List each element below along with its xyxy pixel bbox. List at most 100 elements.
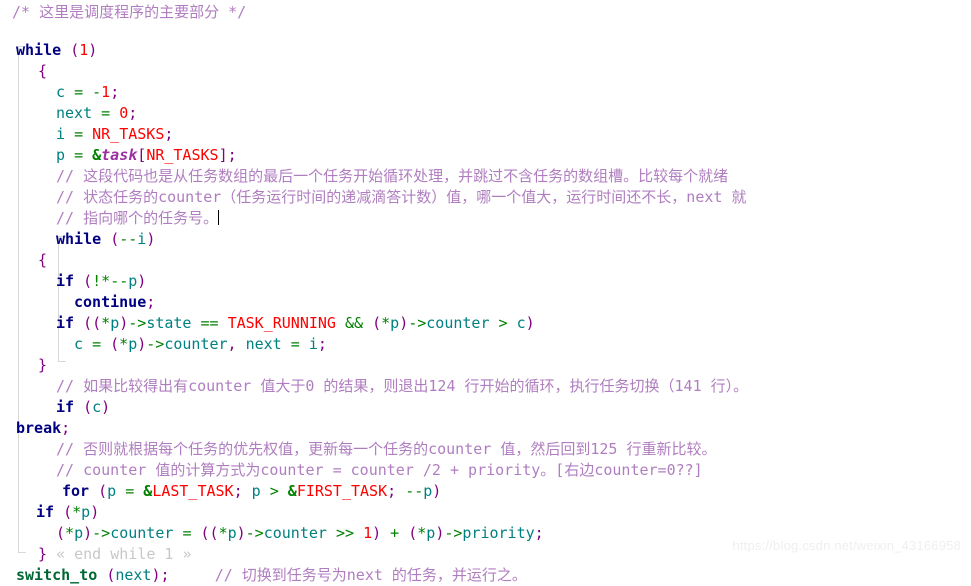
code-line[interactable]: { (0, 61, 47, 82)
code-token-kw: if (56, 398, 75, 416)
code-line[interactable]: if (*p) (0, 502, 99, 523)
code-token-punc: ( (110, 230, 120, 248)
code-line[interactable]: while (--i) (0, 229, 155, 250)
code-token-const: NR_TASKS (146, 146, 219, 164)
code-token-punc: { (38, 251, 48, 269)
code-token-punc: ( (408, 524, 418, 542)
code-token-punc: } (38, 356, 48, 374)
code-token-kw: while (56, 230, 102, 248)
code-line[interactable]: // 状态任务的counter（任务运行时间的递减滴答计数）值，哪一个值大，运行… (0, 187, 746, 208)
code-token-id: i (56, 125, 66, 143)
code-line[interactable]: // 指向哪个的任务号。 (0, 208, 220, 229)
code-token-punc: ( (110, 335, 120, 353)
code-token-id: p (107, 482, 117, 500)
code-token-fn: switch_to (16, 566, 98, 584)
code-token-kw: continue (74, 293, 147, 311)
code-token-op: = (101, 104, 111, 122)
code-token-op: -> (146, 335, 165, 353)
code-line[interactable]: (*p)->counter = ((*p)->counter >> 1) + (… (0, 523, 544, 544)
code-line[interactable]: { (0, 250, 47, 271)
code-token-id: c (56, 83, 66, 101)
code-line[interactable]: } (0, 355, 47, 376)
code-token-op: == (200, 314, 219, 332)
code-line[interactable]: i = NR_TASKS; (0, 124, 173, 145)
code-token-punc: ; (160, 566, 170, 584)
code-line[interactable]: while (1) (0, 40, 97, 61)
code-line[interactable]: if (c) (0, 397, 110, 418)
code-token-punc: ) (137, 335, 147, 353)
code-line[interactable]: /* 这里是调度程序的主要部分 */ (0, 2, 246, 23)
code-line[interactable]: c = (*p)->counter, next = i; (0, 334, 327, 355)
code-line[interactable]: // 这段代码也是从任务数组的最后一个任务开始循环处理，并跳过不含任务的数组槽。… (0, 166, 728, 187)
code-line[interactable]: } « end while 1 » (0, 544, 192, 565)
code-token-id: p (81, 503, 91, 521)
code-token-op: && (345, 314, 364, 332)
code-line[interactable]: if ((*p)->state == TASK_RUNNING && (*p)-… (0, 313, 535, 334)
code-token-op: * (381, 314, 391, 332)
indent-guide-tick (58, 361, 66, 362)
code-token-num: 1 (79, 41, 89, 59)
code-token-punc: ; (61, 419, 71, 437)
code-line[interactable]: next = 0; (0, 103, 137, 124)
code-token-id: counter (263, 524, 327, 542)
code-line[interactable]: // 如果比较得出有counter 值大于0 的结果，则退出124 行开始的循环… (0, 376, 748, 397)
code-token-const: TASK_RUNNING (227, 314, 336, 332)
code-token-id: c (74, 335, 84, 353)
code-token-punc: [ (137, 146, 147, 164)
code-token-punc: ) (101, 398, 111, 416)
text-cursor (218, 210, 220, 225)
code-token-punc: ) (83, 524, 93, 542)
code-token-cmt: // 指向哪个的任务号。 (56, 209, 219, 227)
code-token-op: -- (110, 272, 129, 290)
code-line[interactable]: break; (0, 418, 70, 439)
code-token-punc: ) (146, 230, 156, 248)
code-token-op: * (72, 503, 82, 521)
code-token-fold: « end while 1 » (56, 545, 192, 563)
watermark-text: https://blog.csdn.net/weixin_43166958 (732, 538, 961, 553)
code-token-op: - (92, 83, 102, 101)
code-token-punc: ; (110, 83, 120, 101)
code-token-punc: ) (137, 272, 147, 290)
code-token-id: p (390, 314, 400, 332)
code-line[interactable]: switch_to (next); // 切换到任务号为next 的任务，并运行… (0, 565, 527, 586)
code-token-op: * (101, 314, 111, 332)
code-line[interactable]: // 否则就根据每个任务的优先权值，更新每一个任务的counter 值，然后回到… (0, 439, 716, 460)
code-line[interactable]: if (!*--p) (0, 271, 146, 292)
code-token-kw: if (56, 272, 75, 290)
code-token-cmt: // 如果比较得出有counter 值大于0 的结果，则退出124 行开始的循环… (56, 377, 749, 395)
code-token-op: -> (92, 524, 111, 542)
code-token-op: * (417, 524, 427, 542)
code-token-punc: , (227, 335, 237, 353)
code-line[interactable]: continue; (0, 292, 155, 313)
code-line[interactable]: for (p = &LAST_TASK; p > &FIRST_TASK; --… (0, 481, 441, 502)
code-line[interactable]: // counter 值的计算方式为counter = counter /2 +… (0, 460, 703, 481)
code-token-op: -> (444, 524, 463, 542)
code-token-id: next (245, 335, 282, 353)
code-token-id: p (110, 314, 120, 332)
code-token-punc: ; (146, 293, 156, 311)
code-token-punc: ( (70, 41, 80, 59)
code-token-punc: ) (236, 524, 246, 542)
code-token-punc: ; (387, 482, 397, 500)
code-line[interactable]: c = -1; (0, 82, 119, 103)
code-token-punc: ( (209, 524, 219, 542)
code-token-punc: ( (98, 482, 108, 500)
code-token-punc: ( (200, 524, 210, 542)
code-line[interactable]: p = &task[NR_TASKS]; (0, 145, 237, 166)
